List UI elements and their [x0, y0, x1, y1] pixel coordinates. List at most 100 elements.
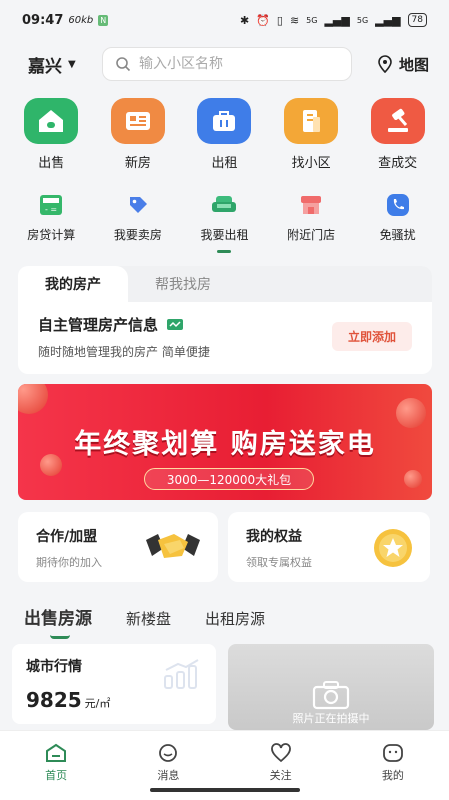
store-icon [297, 192, 325, 218]
camera-icon [312, 681, 350, 710]
wifi-icon: ≋ [289, 13, 300, 27]
icon-sell[interactable]: 出售 [11, 98, 91, 171]
join-card[interactable]: 合作/加盟 期待你的加入 [18, 512, 218, 582]
handshake-icon [146, 534, 200, 558]
tab-find-house[interactable]: 帮我找房 [128, 266, 238, 302]
icon-nearby-stores[interactable]: 附近门店 [271, 192, 351, 243]
phone-icon [384, 192, 412, 218]
tab-fill [238, 266, 432, 302]
icon-new-house-label: 新房 [124, 156, 151, 171]
nav-home[interactable]: 首页 [21, 743, 91, 783]
icon-no-disturb-label: 免骚扰 [379, 228, 416, 242]
location-pin-icon [378, 55, 392, 73]
icon-check-deals-label: 查成交 [378, 156, 418, 171]
nav-follow[interactable]: 关注 [246, 743, 316, 783]
bottom-nav: 首页 消息 关注 我的 [0, 730, 449, 800]
map-label: 地图 [398, 55, 429, 74]
icon-rent-out[interactable]: 我要出租 [184, 192, 264, 253]
property-tabs: 我的房产 帮我找房 [18, 266, 432, 302]
tab-my-property[interactable]: 我的房产 [18, 266, 128, 302]
tab-for-rent[interactable]: 出租房源 [205, 608, 265, 629]
icon-mortgage-calc[interactable]: - = 房贷计算 [11, 192, 91, 243]
promo-banner[interactable]: 年终聚划算 购房送家电 3000—120000大礼包 [18, 384, 432, 500]
add-now-button[interactable]: 立即添加 [331, 322, 412, 351]
city-market-card[interactable]: 城市行情 9825 元/㎡ [12, 644, 216, 724]
tab-for-sale-label: 出售房源 [24, 609, 92, 629]
market-price: 9825 [26, 688, 82, 712]
banner-decoration [18, 384, 48, 414]
profile-icon [382, 744, 403, 762]
banner-title: 年终聚划算 购房送家电 [74, 429, 376, 460]
bar-chart-icon [164, 659, 199, 689]
signal-2-label: 5G [356, 15, 369, 25]
message-badge-icon [167, 318, 184, 330]
listing-tabs: 出售房源 新楼盘 出租房源 [24, 604, 265, 639]
nfc-icon: N [98, 14, 109, 26]
icon-rent-label: 出租 [211, 156, 238, 171]
market-unit: 元/㎡ [84, 697, 111, 710]
icon-find-community-label: 找小区 [291, 156, 331, 171]
caret-down-icon: ▼ [68, 58, 76, 70]
top-bar: 嘉兴 ▼ 地图 [0, 46, 449, 82]
city-selector[interactable]: 嘉兴 ▼ [28, 52, 102, 77]
icon-no-disturb[interactable]: 免骚扰 [358, 192, 438, 243]
banner-gift-pill: 3000—120000大礼包 [144, 468, 314, 490]
icon-rent[interactable]: 出租 [184, 98, 264, 171]
icon-sell-house-label: 我要卖房 [113, 228, 162, 242]
signal-1-label: 5G [306, 15, 318, 25]
icon-sell-label: 出售 [38, 156, 65, 171]
heart-icon [270, 743, 291, 763]
sub-icon-grid: - = 房贷计算 我要卖房 我要出租 附近门店 免骚扰 [0, 192, 449, 253]
main-icon-grid: 出售 新房 出租 找小区 查成交 [0, 98, 449, 171]
alarm-icon: ⏰ [256, 13, 270, 27]
sofa-icon [210, 192, 238, 218]
my-property-card: 我的房产 帮我找房 自主管理房产信息 随时随地管理我的房产 简单便捷 立即添加 [18, 266, 432, 374]
search-input[interactable] [139, 56, 329, 72]
nav-messages[interactable]: 消息 [133, 743, 203, 783]
vibrate-icon: ▯ [276, 13, 283, 27]
calculator-icon: - = [37, 192, 65, 218]
building-card-icon [110, 98, 165, 144]
icon-sell-house[interactable]: 我要卖房 [98, 192, 178, 243]
icon-rent-out-label: 我要出租 [200, 228, 249, 242]
tab-for-sale[interactable]: 出售房源 [24, 604, 92, 639]
star-badge-icon [374, 529, 412, 567]
photo-caption: 照片正在拍摄中 [292, 712, 370, 725]
building-icon [284, 98, 339, 144]
nav-messages-label: 消息 [157, 769, 180, 782]
listing-photo-placeholder[interactable]: 照片正在拍摄中 [228, 644, 434, 730]
nav-home-label: 首页 [45, 769, 68, 782]
icon-find-community[interactable]: 找小区 [271, 98, 351, 171]
icon-new-house[interactable]: 新房 [98, 98, 178, 171]
tab-new-projects[interactable]: 新楼盘 [126, 608, 171, 629]
banner-decoration [404, 470, 422, 488]
network-speed: 60kb [68, 14, 94, 26]
home-indicator[interactable] [150, 788, 300, 792]
signal-2-icon: ▂▄▆ [375, 13, 401, 27]
map-button[interactable]: 地图 [377, 54, 429, 75]
rights-card[interactable]: 我的权益 领取专属权益 [228, 512, 430, 582]
tab-underline [50, 635, 70, 639]
icon-nearby-stores-label: 附近门店 [287, 228, 336, 242]
message-icon [159, 744, 178, 762]
bag-icon [197, 98, 252, 144]
home-icon [46, 743, 67, 762]
svg-text:- =: - = [45, 205, 57, 214]
search-box[interactable] [102, 47, 352, 81]
icon-mortgage-calc-label: 房贷计算 [27, 228, 76, 242]
status-time: 09:47 [22, 12, 64, 28]
property-body: 自主管理房产信息 随时随地管理我的房产 简单便捷 立即添加 [18, 302, 432, 372]
battery-icon: 78 [407, 13, 427, 27]
signal-1-icon: ▂▄▆ [324, 13, 350, 27]
property-title: 自主管理房产信息 [38, 316, 159, 334]
status-bar: 09:47 60kb N ✱ ⏰ ▯ ≋ 5G ▂▄▆ 5G ▂▄▆ 78 [0, 0, 449, 40]
nav-follow-label: 关注 [269, 769, 292, 782]
nav-profile-label: 我的 [381, 769, 404, 782]
icon-check-deals[interactable]: 查成交 [358, 98, 438, 171]
house-icon [24, 98, 79, 144]
market-price-row: 9825 元/㎡ [26, 688, 202, 712]
active-indicator [217, 250, 232, 253]
nav-profile[interactable]: 我的 [358, 743, 428, 783]
search-icon [116, 57, 131, 72]
gavel-icon [370, 98, 425, 144]
